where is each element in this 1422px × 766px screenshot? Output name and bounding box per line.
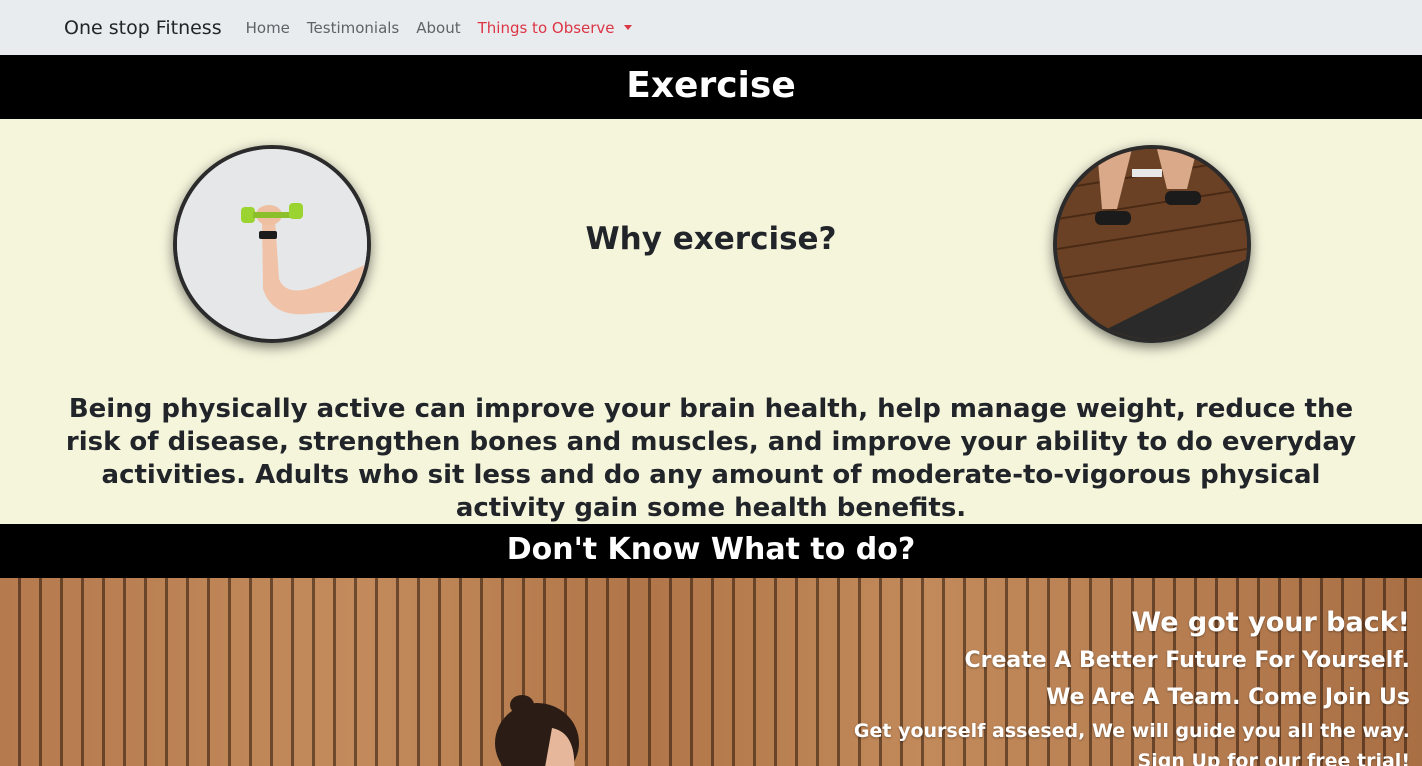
nav-about[interactable]: About bbox=[416, 19, 460, 37]
intro-section: Why exercise? Being physically active ca… bbox=[0, 119, 1422, 524]
caret-down-icon bbox=[623, 25, 632, 30]
hero-line-3: We Are A Team. Come Join Us bbox=[1046, 685, 1410, 710]
intro-paragraph: Being physically active can improve your… bbox=[65, 394, 1357, 523]
hero-line-5-signup[interactable]: Sign Up for our free trial! bbox=[854, 746, 1410, 766]
hero-line-4: Get yourself assesed, We will guide you … bbox=[853, 720, 1410, 742]
hero-banner: We got your back! Create A Better Future… bbox=[0, 578, 1422, 766]
hero-text: We got your back! Create A Better Future… bbox=[854, 604, 1410, 766]
hero-line-1: We got your back! bbox=[1131, 607, 1410, 638]
dont-know-header: Don't Know What to do? bbox=[0, 524, 1422, 578]
nav-home[interactable]: Home bbox=[246, 19, 290, 37]
exercise-header: Exercise bbox=[0, 55, 1422, 119]
nav-testimonials[interactable]: Testimonials bbox=[307, 19, 399, 37]
dropdown-label: Things to Observe bbox=[477, 18, 615, 37]
hero-line-2: Create A Better Future For Yourself. bbox=[964, 648, 1410, 673]
brand-link[interactable]: One stop Fitness bbox=[64, 17, 222, 39]
navbar: One stop Fitness Home Testimonials About… bbox=[0, 0, 1422, 55]
nav-things-to-observe-dropdown[interactable]: Things to Observe bbox=[478, 19, 632, 37]
floor-dumbbells-image bbox=[1053, 145, 1251, 343]
woman-photo bbox=[495, 695, 579, 766]
